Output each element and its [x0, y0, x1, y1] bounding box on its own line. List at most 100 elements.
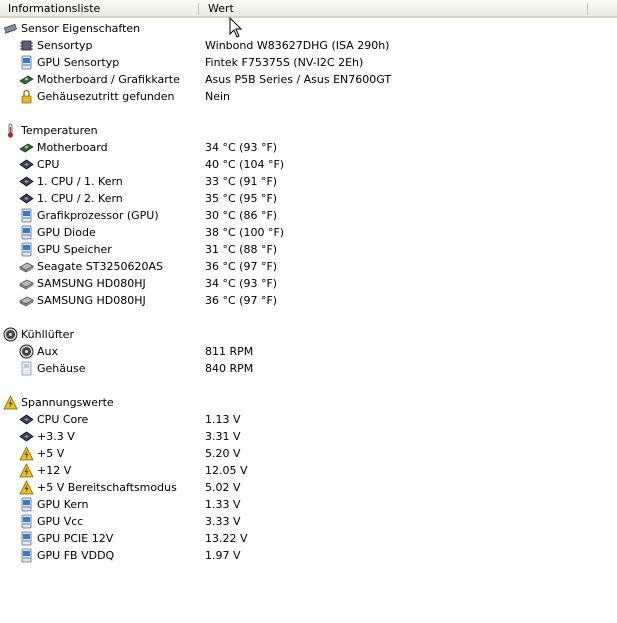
item-label: Grafikprozessor (GPU) — [37, 209, 159, 222]
item-label: +5 V — [37, 447, 65, 460]
item-label: GPU Diode — [37, 226, 96, 239]
list-item[interactable]: GPU Diode 38 °C (100 °F) — [0, 224, 617, 241]
list-item[interactable]: Aux 811 RPM — [0, 343, 617, 360]
list-item[interactable]: SAMSUNG HD080HJ 36 °C (97 °F) — [0, 292, 617, 309]
list-item[interactable]: GPU PCIE 12V 13.22 V — [0, 530, 617, 547]
item-value: 1.33 V — [205, 498, 241, 511]
group-header[interactable]: Spannungswerte — [0, 394, 617, 411]
item-label: +5 V Bereitschaftsmodus — [37, 481, 177, 494]
list-item[interactable]: Motherboard 34 °C (93 °F) — [0, 139, 617, 156]
item-value: 33 °C (91 °F) — [205, 175, 278, 188]
gpu-icon — [19, 514, 34, 529]
item-label: +12 V — [37, 464, 72, 477]
item-label: 1. CPU / 1. Kern — [37, 175, 123, 188]
column-header-value[interactable]: Wert — [199, 0, 588, 18]
item-value: 13.22 V — [205, 532, 248, 545]
sensor-chip-icon — [3, 21, 18, 36]
list-item[interactable]: CPU 40 °C (104 °F) — [0, 156, 617, 173]
chip-icon — [19, 38, 34, 53]
item-value: 30 °C (86 °F) — [205, 209, 278, 222]
list-item[interactable]: Gehäusezutritt gefunden Nein — [0, 88, 617, 105]
item-label: Seagate ST3250620AS — [37, 260, 163, 273]
list-item[interactable]: GPU Vcc 3.33 V — [0, 513, 617, 530]
item-label: Motherboard — [37, 141, 108, 154]
item-label: CPU Core — [37, 413, 89, 426]
column-header-empty[interactable] — [588, 0, 617, 18]
list-header: Informationsliste Wert — [0, 0, 617, 18]
item-value: 5.02 V — [205, 481, 241, 494]
motherboard-icon — [19, 72, 34, 87]
item-value: 12.05 V — [205, 464, 248, 477]
case-icon — [19, 361, 34, 376]
group-header[interactable]: Sensor Eigenschaften — [0, 20, 617, 37]
cpu-icon — [19, 191, 34, 206]
item-label: Sensortyp — [37, 39, 93, 52]
voltage-icon — [19, 480, 34, 495]
item-value: 3.31 V — [205, 430, 241, 443]
item-value: Fintek F75375S (NV-I2C 2Eh) — [205, 56, 364, 69]
hard-drive-icon — [19, 259, 34, 274]
cpu-icon — [19, 429, 34, 444]
list-item[interactable]: Grafikprozessor (GPU) 30 °C (86 °F) — [0, 207, 617, 224]
list-item[interactable]: +3.3 V 3.31 V — [0, 428, 617, 445]
voltage-icon — [19, 463, 34, 478]
item-label: Motherboard / Grafikkarte — [37, 73, 180, 86]
item-label: Aux — [37, 345, 59, 358]
item-value: 38 °C (100 °F) — [205, 226, 285, 239]
list-item[interactable]: Sensortyp Winbond W83627DHG (ISA 290h) — [0, 37, 617, 54]
fan-icon — [3, 327, 18, 342]
item-label: CPU — [37, 158, 60, 171]
sensor-list[interactable]: Sensor Eigenschaften Sensortyp Winbond W83… — [0, 20, 617, 564]
column-header-name[interactable]: Informationsliste — [0, 0, 199, 18]
group-header[interactable]: Temperaturen — [0, 122, 617, 139]
list-item[interactable]: +5 V 5.20 V — [0, 445, 617, 462]
cpu-icon — [19, 157, 34, 172]
item-value: 36 °C (97 °F) — [205, 260, 278, 273]
item-value: 31 °C (88 °F) — [205, 243, 278, 256]
item-value: 36 °C (97 °F) — [205, 294, 278, 307]
gpu-icon — [19, 242, 34, 257]
list-item[interactable]: Gehäuse 840 RPM — [0, 360, 617, 377]
list-item[interactable]: CPU Core 1.13 V — [0, 411, 617, 428]
list-item[interactable]: GPU FB VDDQ 1.97 V — [0, 547, 617, 564]
gpu-icon — [19, 531, 34, 546]
motherboard-icon — [19, 140, 34, 155]
item-label: +3.3 V — [37, 430, 75, 443]
item-label: GPU Speicher — [37, 243, 112, 256]
list-item[interactable]: 1. CPU / 2. Kern 35 °C (95 °F) — [0, 190, 617, 207]
item-value: 811 RPM — [205, 345, 254, 358]
item-value: 35 °C (95 °F) — [205, 192, 278, 205]
hard-drive-icon — [19, 276, 34, 291]
item-label: SAMSUNG HD080HJ — [37, 294, 146, 307]
cpu-icon — [19, 412, 34, 427]
item-label: Gehäuse — [37, 362, 86, 375]
list-item[interactable]: GPU Sensortyp Fintek F75375S (NV-I2C 2Eh) — [0, 54, 617, 71]
item-value: 840 RPM — [205, 362, 254, 375]
gpu-icon — [19, 55, 34, 70]
group-label: Kühllüfter — [21, 328, 74, 341]
item-value: 34 °C (93 °F) — [205, 277, 278, 290]
item-value: Asus P5B Series / Asus EN7600GT — [205, 73, 392, 86]
list-item[interactable]: +12 V 12.05 V — [0, 462, 617, 479]
hard-drive-icon — [19, 293, 34, 308]
item-label: Gehäusezutritt gefunden — [37, 90, 175, 103]
gpu-icon — [19, 497, 34, 512]
item-value: 3.33 V — [205, 515, 241, 528]
list-item[interactable]: SAMSUNG HD080HJ 34 °C (93 °F) — [0, 275, 617, 292]
item-value: 40 °C (104 °F) — [205, 158, 285, 171]
item-value: Winbond W83627DHG (ISA 290h) — [205, 39, 390, 52]
item-label: GPU FB VDDQ — [37, 549, 115, 562]
item-label: GPU Vcc — [37, 515, 84, 528]
list-item[interactable]: Motherboard / Grafikkarte Asus P5B Series… — [0, 71, 617, 88]
list-item[interactable]: 1. CPU / 1. Kern 33 °C (91 °F) — [0, 173, 617, 190]
list-item[interactable]: GPU Kern 1.33 V — [0, 496, 617, 513]
item-value: 34 °C (93 °F) — [205, 141, 278, 154]
voltage-icon — [19, 446, 34, 461]
list-item[interactable]: GPU Speicher 31 °C (88 °F) — [0, 241, 617, 258]
list-item[interactable]: Seagate ST3250620AS 36 °C (97 °F) — [0, 258, 617, 275]
list-item[interactable]: +5 V Bereitschaftsmodus 5.02 V — [0, 479, 617, 496]
group-header[interactable]: Kühllüfter — [0, 326, 617, 343]
